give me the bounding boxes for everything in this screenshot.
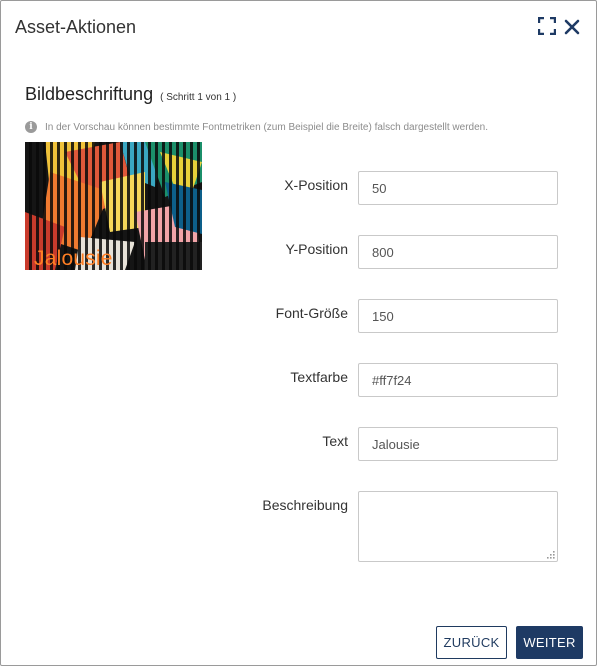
maximize-icon[interactable] (538, 17, 556, 35)
y-position-row: Y-Position (1, 235, 597, 269)
text-color-row: Textfarbe (1, 363, 597, 397)
back-button[interactable]: ZURÜCK (436, 626, 507, 659)
font-size-row: Font-Größe (1, 299, 597, 333)
description-row: Beschreibung (1, 491, 597, 562)
font-size-input[interactable] (358, 299, 558, 333)
text-color-input[interactable] (358, 363, 558, 397)
text-label: Text (322, 433, 348, 449)
description-textarea[interactable] (358, 491, 558, 562)
y-position-label: Y-Position (285, 241, 348, 257)
font-size-label: Font-Größe (275, 305, 348, 321)
preview-hint: i In der Vorschau können bestimmte Fontm… (25, 121, 488, 133)
close-icon[interactable] (564, 19, 580, 35)
text-input[interactable] (358, 427, 558, 461)
x-position-label: X-Position (284, 177, 348, 193)
step-title-text: Bildbeschriftung (25, 84, 154, 104)
x-position-row: X-Position (1, 171, 597, 205)
text-color-label: Textfarbe (290, 369, 348, 385)
x-position-input[interactable] (358, 171, 558, 205)
asset-actions-dialog: Asset-Aktionen Bildbeschriftung ( Schrit… (0, 0, 597, 666)
y-position-input[interactable] (358, 235, 558, 269)
step-counter: ( Schritt 1 von 1 ) (160, 92, 237, 103)
dialog-title: Asset-Aktionen (15, 17, 137, 37)
preview-hint-text: In der Vorschau können bestimmte Fontmet… (45, 121, 488, 133)
step-title: Bildbeschriftung ( Schritt 1 von 1 ) (25, 84, 236, 105)
description-label: Beschreibung (262, 497, 348, 513)
info-icon: i (25, 121, 37, 133)
next-button[interactable]: WEITER (516, 626, 583, 659)
text-row: Text (1, 427, 597, 461)
